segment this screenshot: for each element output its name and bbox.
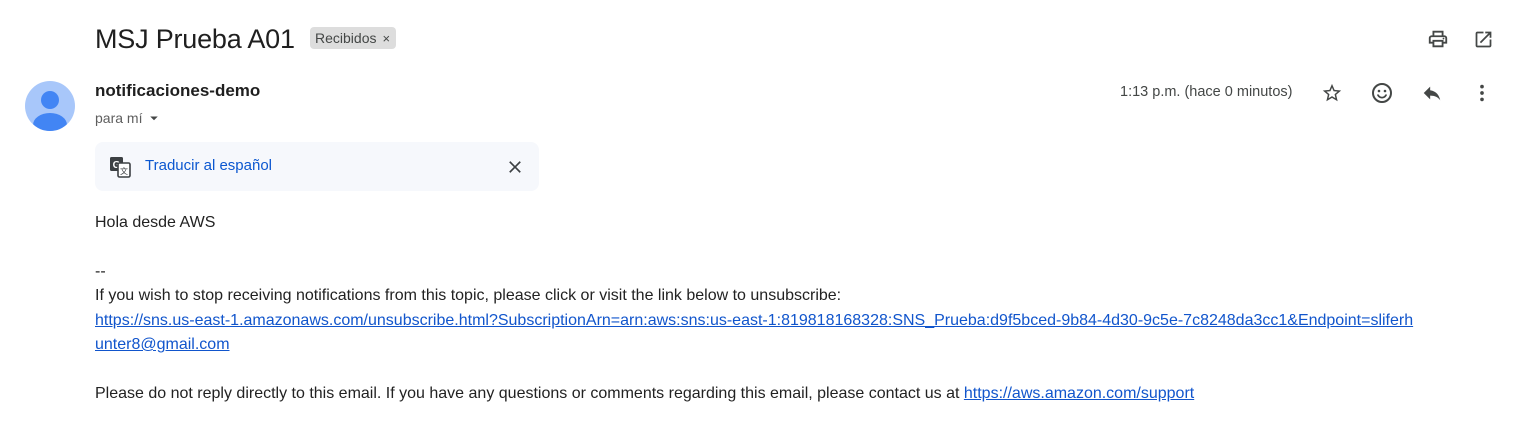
star-button[interactable] [1312,73,1352,113]
unsubscribe-link[interactable]: https://sns.us-east-1.amazonaws.com/unsu… [95,312,1413,330]
emoji-icon [1372,83,1392,103]
remove-label-button[interactable]: × [382,31,390,46]
body-greeting: Hola desde AWS [95,214,216,231]
reply-icon [1423,86,1441,101]
star-icon [1322,83,1342,102]
more-vert-icon [1480,84,1484,102]
add-reaction-button[interactable] [1362,73,1402,113]
svg-text:文: 文 [120,166,128,176]
print-all-button[interactable] [1418,19,1458,59]
unsubscribe-link-line2[interactable]: unter8@gmail.com [95,336,230,353]
print-icon [1428,30,1448,48]
body-contact-text: Please do not reply directly to this ema… [95,385,964,402]
email-subject: MSJ Prueba A01 [95,24,295,54]
body-unsubscribe-notice: If you wish to stop receiving notificati… [95,287,842,304]
unsubscribe-link-line1[interactable]: https://sns.us-east-1.amazonaws.com/unsu… [95,312,1413,329]
close-translate-bar-button[interactable] [502,154,528,180]
open-in-new-icon [1475,31,1491,47]
arrow-drop-down-icon [150,116,159,121]
translate-icon: G 文 [108,155,132,179]
recipient-label: para mí [95,110,143,126]
more-options-button[interactable] [1462,73,1502,113]
body-contact-paragraph: Please do not reply directly to this ema… [95,385,1194,403]
label-chip-inbox: Recibidos × [310,27,397,49]
open-in-new-window-button[interactable] [1463,19,1503,59]
close-icon [509,161,521,173]
support-link[interactable]: https://aws.amazon.com/support [964,385,1194,402]
sender-avatar[interactable] [25,81,75,131]
translate-to-spanish-link[interactable]: Traducir al español [145,157,272,174]
recipient-details-toggle[interactable]: para mí [95,109,163,127]
label-chip-text: Recibidos [315,30,377,46]
unsubscribe-link-wrap[interactable]: unter8@gmail.com [95,336,230,354]
sender-name[interactable]: notificaciones-demo [95,81,260,101]
email-timestamp: 1:13 p.m. (hace 0 minutos) [1120,84,1293,100]
reply-button[interactable] [1412,73,1452,113]
avatar-icon [33,91,67,131]
body-separator: -- [95,263,106,280]
